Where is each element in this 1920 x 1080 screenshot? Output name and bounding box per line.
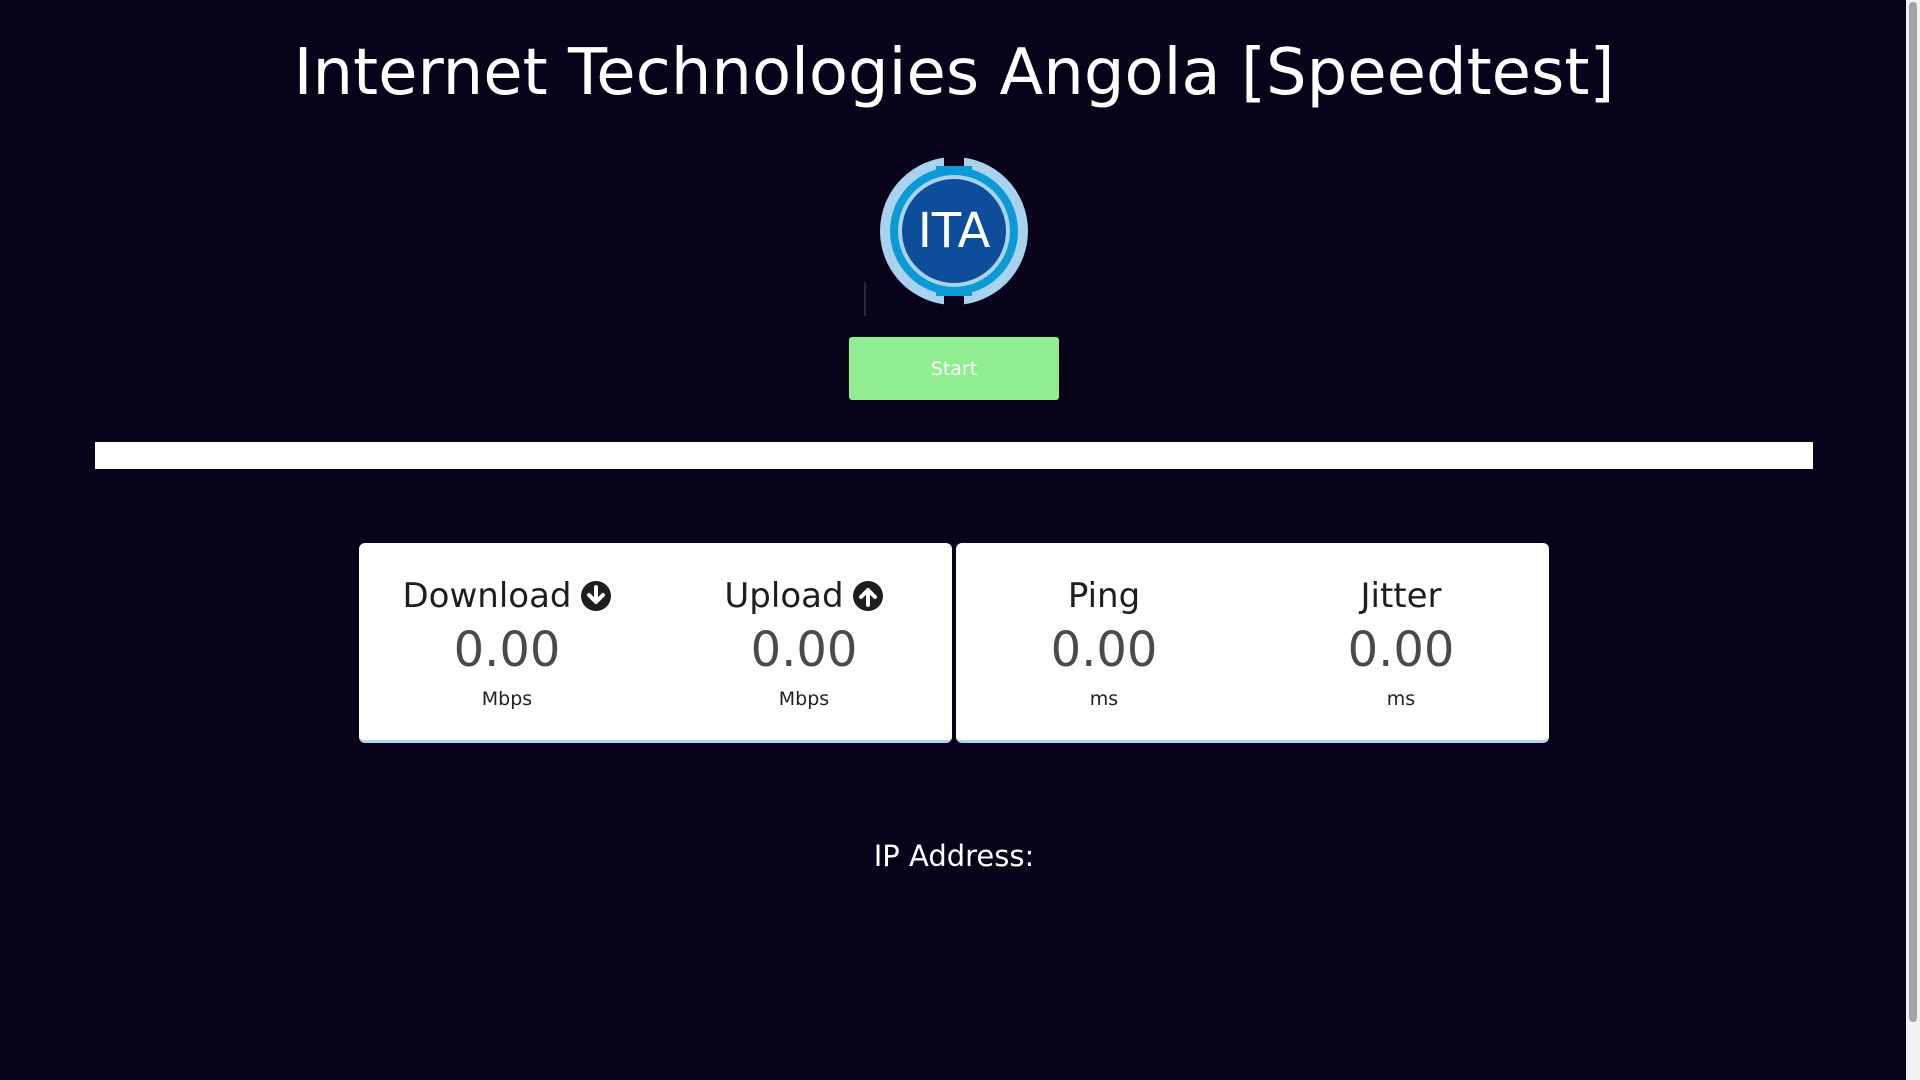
jitter-value: 0.00 — [1347, 622, 1455, 678]
upload-unit: Mbps — [778, 688, 830, 710]
page-title: Internet Technologies Angola [Speedtest] — [293, 36, 1615, 110]
jitter-label: Jitter — [1360, 576, 1442, 616]
jitter-metric: Jitter 0.00 ms — [1253, 573, 1549, 713]
scrollbar-thumb[interactable] — [1909, 2, 1917, 1022]
logo-text: ITA — [918, 203, 991, 259]
arrow-up-circle-icon — [852, 581, 883, 611]
progress-bar — [95, 442, 1813, 469]
download-value: 0.00 — [453, 622, 561, 678]
jitter-unit: ms — [1386, 688, 1416, 710]
ping-label: Ping — [1067, 576, 1141, 616]
upload-value: 0.00 — [750, 622, 858, 678]
download-metric: Download 0.00 Mbps — [359, 573, 655, 713]
download-unit: Mbps — [481, 688, 533, 710]
text-cursor — [864, 282, 866, 316]
speed-card: Download 0.00 Mbps Upload 0.00 Mbps — [359, 543, 952, 743]
latency-card: Ping 0.00 ms Jitter 0.00 ms — [956, 543, 1549, 743]
upload-label: Upload — [724, 576, 844, 616]
download-label: Download — [402, 576, 572, 616]
ita-logo-icon: ITA — [880, 154, 1028, 308]
ping-metric: Ping 0.00 ms — [956, 573, 1252, 713]
ping-unit: ms — [1089, 688, 1119, 710]
vertical-scrollbar[interactable] — [1906, 0, 1920, 1080]
arrow-down-circle-icon — [580, 581, 611, 611]
ping-value: 0.00 — [1050, 622, 1158, 678]
ip-address-label: IP Address: — [873, 839, 1035, 873]
start-button[interactable]: Start — [849, 337, 1059, 400]
upload-metric: Upload 0.00 Mbps — [656, 573, 952, 713]
